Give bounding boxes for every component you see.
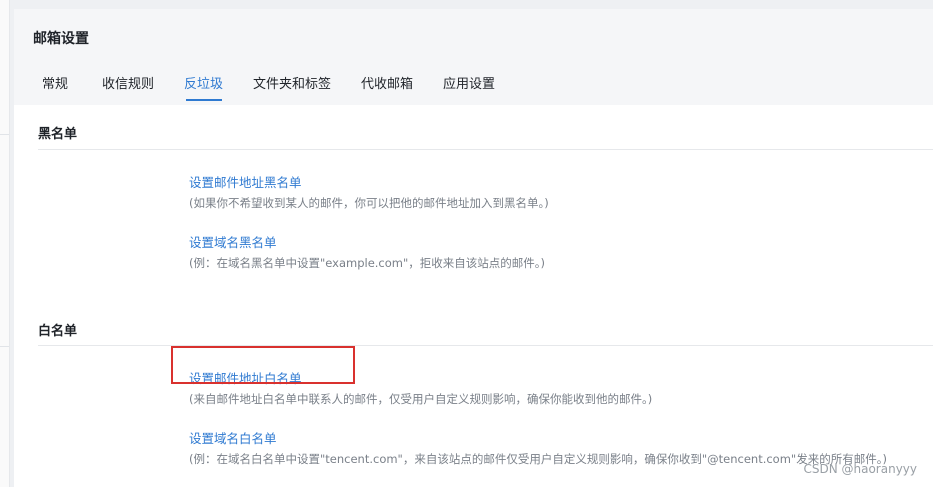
tab-app-settings[interactable]: 应用设置: [443, 73, 495, 92]
tab-antispam[interactable]: 反垃圾: [184, 73, 223, 92]
blacklist-domain-link[interactable]: 设置域名黑名单: [189, 232, 277, 251]
settings-panel: 邮箱设置 常规 收信规则 反垃圾 文件夹和标签 代收邮箱 应用设置 黑名单 设置…: [14, 9, 933, 487]
left-sidebar-edge: [0, 0, 10, 487]
tab-folders-labels[interactable]: 文件夹和标签: [253, 73, 331, 92]
highlight-annotation-box: [171, 346, 355, 384]
whitelist-domain-link[interactable]: 设置域名白名单: [189, 428, 277, 447]
whitelist-address-desc: (来自邮件地址白名单中联系人的邮件，仅受用户自定义规则影响，确保你能收到他的邮件…: [189, 392, 653, 406]
whitelist-domain-desc: (例：在域名白名单中设置"tencent.com"，来自该站点的邮件仅受用户自定…: [189, 452, 887, 466]
settings-header: 邮箱设置 常规 收信规则 反垃圾 文件夹和标签 代收邮箱 应用设置: [14, 9, 933, 105]
blacklist-divider: [38, 149, 933, 150]
sidebar-divider: [0, 346, 9, 347]
tab-mail-collection[interactable]: 代收邮箱: [361, 73, 413, 92]
page-title: 邮箱设置: [33, 31, 89, 47]
whitelist-heading: 白名单: [38, 324, 78, 339]
blacklist-heading: 黑名单: [38, 127, 78, 142]
blacklist-address-desc: (如果你不希望收到某人的邮件，你可以把他的邮件地址加入到黑名单。): [189, 196, 549, 210]
active-tab-indicator: [186, 99, 222, 101]
blacklist-domain-desc: (例：在域名黑名单中设置"example.com"，拒收来自该站点的邮件。): [189, 256, 546, 270]
watermark: CSDN @haoranyyy: [803, 462, 917, 476]
tab-mail-rules[interactable]: 收信规则: [102, 73, 154, 92]
tab-general[interactable]: 常规: [42, 73, 68, 92]
blacklist-address-link[interactable]: 设置邮件地址黑名单: [189, 172, 302, 191]
sidebar-divider: [0, 134, 9, 135]
